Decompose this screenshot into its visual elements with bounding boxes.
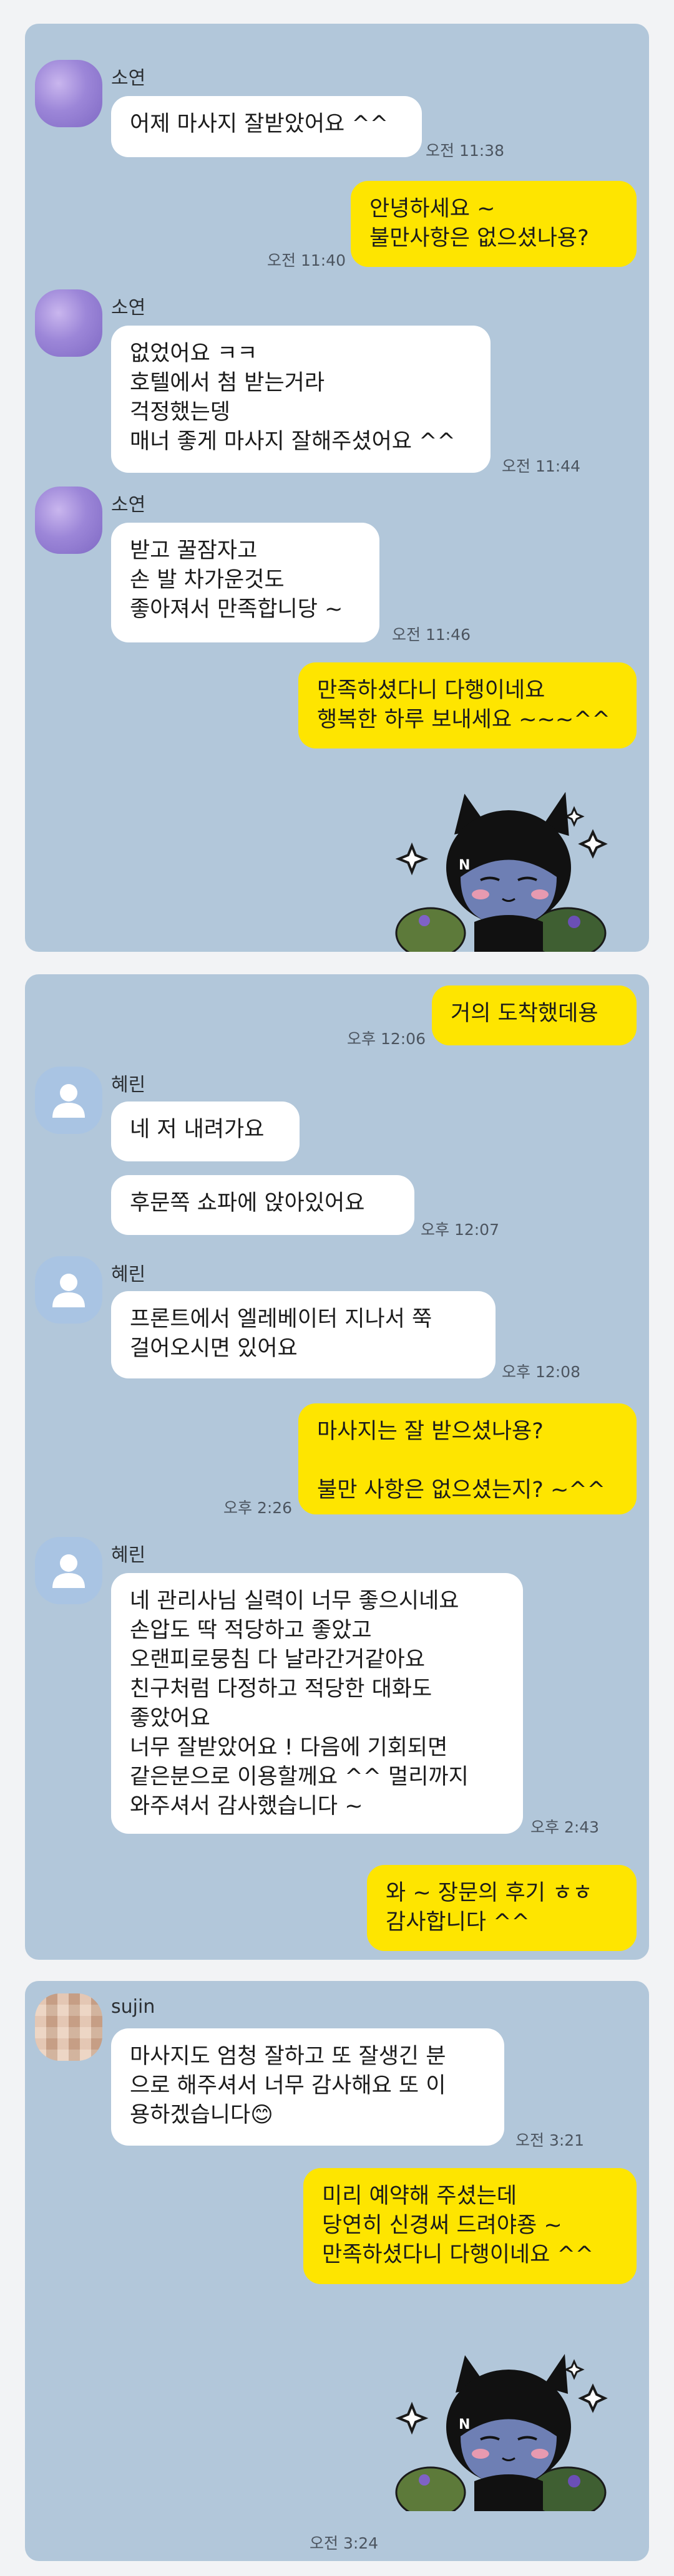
message-bubble-incoming[interactable]: 네 관리사님 실력이 너무 좋으시네요 손압도 딱 적당하고 좋았고 오랜피로뭉… [111, 1573, 523, 1834]
chat-capture-3: sujin 마사지도 엄청 잘하고 또 잘생긴 분 으로 해주셔서 너무 감사해… [25, 1981, 649, 2561]
message-bubble-outgoing[interactable]: 거의 도착했데용 [432, 985, 637, 1045]
message-bubble-outgoing[interactable]: 마사지는 잘 받으셨나용? 불만 사항은 없으셨는지? ~^^ [298, 1403, 637, 1514]
sender-name: 혜린 [111, 1074, 146, 1096]
message-bubble-incoming[interactable]: 네 저 내려가요 [111, 1102, 300, 1161]
sender-name: 혜린 [111, 1264, 146, 1286]
person-icon [52, 1084, 85, 1118]
avatar-hyerin[interactable] [35, 1256, 102, 1324]
sender-name: 소연 [111, 67, 146, 89]
message-bubble-incoming[interactable]: 마사지도 엄청 잘하고 또 잘생긴 분 으로 해주셔서 너무 감사해요 또 이 … [111, 2028, 504, 2146]
message-bubble-outgoing[interactable]: 와 ~ 장문의 후기 ㅎㅎ 감사합니다 ^^ [367, 1865, 637, 1951]
message-time: 오전 11:40 [267, 251, 346, 269]
message-bubble-incoming[interactable]: 후문쪽 쇼파에 앉아있어요 [111, 1175, 414, 1235]
message-bubble-incoming[interactable]: 없었어요 ㅋㅋ 호텔에서 첨 받는거라 걱정했는뎅 매너 좋게 마사지 잘해주셨… [111, 326, 491, 473]
person-icon [52, 1554, 85, 1588]
avatar-soyeon[interactable] [35, 289, 102, 357]
avatar-soyeon[interactable] [35, 487, 102, 554]
sender-name: sujin [111, 1996, 155, 2018]
message-bubble-outgoing[interactable]: 만족하셨다니 다행이네요 행복한 하루 보내세요 ~~~^^ [298, 662, 637, 748]
message-time: 오후 12:06 [347, 1030, 426, 1048]
message-time: 오전 11:46 [392, 626, 471, 644]
avatar-soyeon[interactable] [35, 60, 102, 127]
message-time: 오전 11:38 [426, 142, 504, 160]
message-bubble-incoming[interactable]: 받고 꿀잠자고 손 발 차가운것도 좋아져서 만족합니당 ~ [111, 523, 379, 642]
message-bubble-outgoing[interactable]: 미리 예약해 주셨는데 당연히 신경써 드려야죵 ~ 만족하셨다니 다행이네요 … [303, 2168, 637, 2284]
chat-capture-2: 거의 도착했데용 오후 12:06 혜린 네 저 내려가요 후문쪽 쇼파에 앉아… [25, 974, 649, 1960]
chat-capture-1: 소연 어제 마사지 잘받았어요 ^^ 오전 11:38 안녕하세요 ~ 불만사항… [25, 24, 649, 952]
message-time: 오후 12:08 [502, 1363, 580, 1381]
svg-text:N: N [459, 858, 470, 873]
cat-sticker[interactable]: N [387, 758, 624, 952]
message-time: 오전 11:44 [502, 457, 580, 475]
sender-name: 혜린 [111, 1544, 146, 1566]
avatar-sujin[interactable] [35, 1993, 102, 2061]
sender-name: 소연 [111, 297, 146, 319]
message-time: 오후 2:43 [530, 1818, 600, 1836]
avatar-hyerin[interactable] [35, 1537, 102, 1604]
cat-sticker[interactable]: N [387, 2318, 624, 2511]
message-time: 오전 3:24 [310, 2534, 379, 2552]
svg-text:N: N [459, 2417, 470, 2433]
sender-name: 소연 [111, 494, 146, 516]
message-time: 오후 2:26 [223, 1499, 293, 1517]
message-time: 오전 3:21 [515, 2131, 585, 2149]
message-bubble-incoming[interactable]: 프론트에서 엘레베이터 지나서 쭉 걸어오시면 있어요 [111, 1291, 496, 1378]
person-icon [52, 1274, 85, 1307]
message-bubble-incoming[interactable]: 어제 마사지 잘받았어요 ^^ [111, 96, 422, 157]
avatar-hyerin[interactable] [35, 1067, 102, 1134]
message-bubble-outgoing[interactable]: 안녕하세요 ~ 불만사항은 없으셨나용? [351, 181, 637, 267]
message-time: 오후 12:07 [421, 1221, 499, 1239]
